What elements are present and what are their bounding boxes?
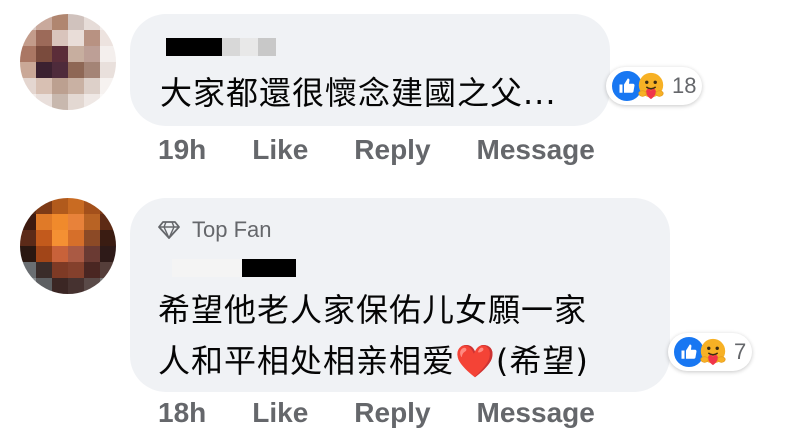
reaction-count: 7 xyxy=(734,339,747,364)
reaction-count: 18 xyxy=(672,73,697,98)
care-reaction-icon xyxy=(698,337,728,367)
comment-timestamp[interactable]: 18h xyxy=(158,397,206,429)
avatar[interactable] xyxy=(20,14,116,110)
commenter-name-redacted[interactable] xyxy=(166,38,278,56)
diamond-icon xyxy=(158,221,180,239)
reply-button[interactable]: Reply xyxy=(354,397,430,429)
avatar[interactable] xyxy=(20,198,116,294)
comment-text: 大家都還很懷念建國之父... xyxy=(160,74,557,112)
reply-button[interactable]: Reply xyxy=(354,134,430,166)
badge-label: Top Fan xyxy=(192,217,272,242)
like-button[interactable]: Like xyxy=(252,134,308,166)
message-button[interactable]: Message xyxy=(477,134,595,166)
commenter-name-redacted[interactable] xyxy=(172,259,296,277)
comment-timestamp[interactable]: 19h xyxy=(158,134,206,166)
message-button[interactable]: Message xyxy=(477,397,595,429)
like-button[interactable]: Like xyxy=(252,397,308,429)
comment-text-line: 人和平相处相亲相爱❤️(希望) xyxy=(158,342,589,380)
care-reaction-icon xyxy=(636,71,666,101)
comment-text-line: 希望他老人家保佑儿女願一家 xyxy=(158,291,588,329)
comment-actions: 19h Like Reply Message xyxy=(158,134,641,166)
top-fan-badge: Top Fan xyxy=(158,217,272,243)
reaction-summary[interactable]: 7 xyxy=(668,333,753,371)
comment-actions: 18h Like Reply Message xyxy=(158,397,641,429)
reaction-summary[interactable]: 18 xyxy=(606,67,703,105)
